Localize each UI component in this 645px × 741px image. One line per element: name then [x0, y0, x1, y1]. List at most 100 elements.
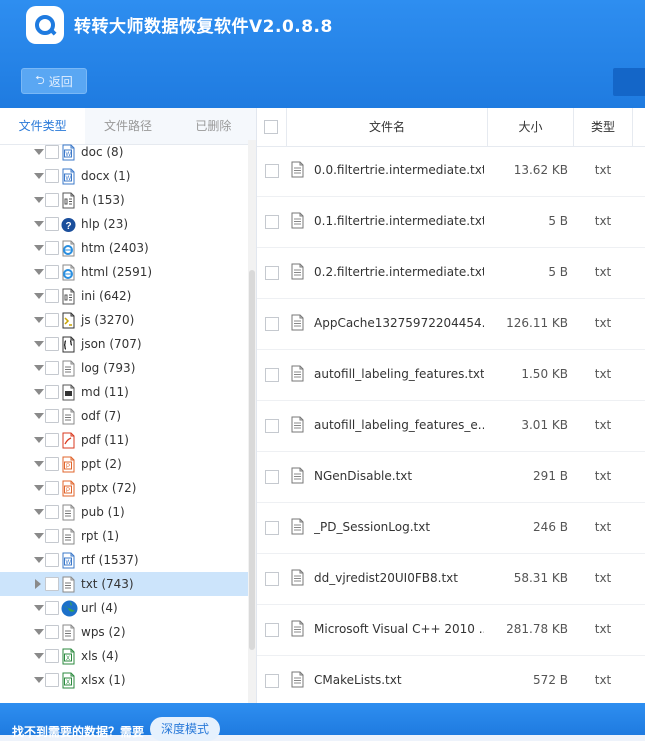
tree-item-checkbox[interactable]: [45, 289, 59, 303]
table-row[interactable]: AppCache13275972204454... 126.11 KB txt: [257, 299, 645, 350]
tree-item-checkbox[interactable]: [45, 169, 59, 183]
row-checkbox[interactable]: [265, 623, 279, 637]
tree-item[interactable]: url (4): [0, 596, 248, 620]
tree-item-checkbox[interactable]: [45, 145, 59, 159]
tree-item[interactable]: pdf (11): [0, 428, 248, 452]
collapse-arrow-icon[interactable]: [34, 221, 44, 227]
collapse-arrow-icon[interactable]: [34, 557, 44, 563]
header-name[interactable]: 文件名: [287, 108, 488, 146]
tree-item[interactable]: Wdocx (1): [0, 164, 248, 188]
tree-item[interactable]: h (153): [0, 188, 248, 212]
collapse-arrow-icon[interactable]: [34, 605, 44, 611]
tree-item-checkbox[interactable]: [45, 217, 59, 231]
table-row[interactable]: _PD_SessionLog.txt 246 B txt: [257, 503, 645, 554]
tree-item-checkbox[interactable]: [45, 577, 59, 591]
tree-item[interactable]: Xxlsx (1): [0, 668, 248, 692]
tree-item[interactable]: ? hlp (23): [0, 212, 248, 236]
tree-scrollbar[interactable]: [248, 140, 256, 703]
table-row[interactable]: dd_vjredist20UI0FB8.txt 58.31 KB txt: [257, 554, 645, 605]
collapse-arrow-icon[interactable]: [34, 413, 44, 419]
tree-item-checkbox[interactable]: [45, 553, 59, 567]
collapse-arrow-icon[interactable]: [34, 341, 44, 347]
deep-mode-button[interactable]: 深度模式: [150, 717, 220, 741]
table-row[interactable]: NGenDisable.txt 291 B txt: [257, 452, 645, 503]
row-checkbox[interactable]: [265, 164, 279, 178]
tree-item-checkbox[interactable]: [45, 409, 59, 423]
collapse-arrow-icon[interactable]: [34, 629, 44, 635]
collapse-arrow-icon[interactable]: [34, 677, 44, 683]
tree-item-checkbox[interactable]: [45, 193, 59, 207]
table-row[interactable]: 0.0.filtertrie.intermediate.txt 13.62 KB t…: [257, 146, 645, 197]
tree-item[interactable]: log (793): [0, 356, 248, 380]
collapse-arrow-icon[interactable]: [34, 461, 44, 467]
collapse-arrow-icon[interactable]: [34, 389, 44, 395]
tree-item-checkbox[interactable]: [45, 529, 59, 543]
tree-item[interactable]: md (11): [0, 380, 248, 404]
collapse-arrow-icon[interactable]: [34, 149, 44, 155]
table-row[interactable]: CMakeLists.txt 572 B txt: [257, 656, 645, 707]
collapse-arrow-icon[interactable]: [34, 533, 44, 539]
header-type[interactable]: 类型: [574, 108, 633, 146]
tree-item-checkbox[interactable]: [45, 385, 59, 399]
row-checkbox[interactable]: [265, 470, 279, 484]
collapse-arrow-icon[interactable]: [34, 317, 44, 323]
collapse-arrow-icon[interactable]: [34, 293, 44, 299]
collapse-arrow-icon[interactable]: [34, 437, 44, 443]
collapse-arrow-icon[interactable]: [34, 197, 44, 203]
tree-item[interactable]: Ppptx (72): [0, 476, 248, 500]
table-row[interactable]: Microsoft Visual C++ 2010 ... 281.78 KB tx…: [257, 605, 645, 656]
tree-item[interactable]: Wrtf (1537): [0, 548, 248, 572]
table-row[interactable]: autofill_labeling_features.txt 1.50 KB txt: [257, 350, 645, 401]
collapse-arrow-icon[interactable]: [34, 509, 44, 515]
row-checkbox[interactable]: [265, 572, 279, 586]
row-checkbox[interactable]: [265, 674, 279, 688]
tree-item-checkbox[interactable]: [45, 361, 59, 375]
tree-item-checkbox[interactable]: [45, 673, 59, 687]
row-checkbox[interactable]: [265, 521, 279, 535]
tree-item-checkbox[interactable]: [45, 241, 59, 255]
row-checkbox[interactable]: [265, 215, 279, 229]
tree-item-checkbox[interactable]: [45, 505, 59, 519]
tree-item[interactable]: htm (2403): [0, 236, 248, 260]
header-size[interactable]: 大小: [488, 108, 574, 146]
back-button[interactable]: ⮌ 返回: [21, 68, 87, 94]
tree-item[interactable]: html (2591): [0, 260, 248, 284]
collapse-arrow-icon[interactable]: [34, 485, 44, 491]
tree-item[interactable]: txt (743): [0, 572, 248, 596]
tree-scroll-thumb[interactable]: [249, 270, 255, 650]
collapse-arrow-icon[interactable]: [34, 365, 44, 371]
tree-item-checkbox[interactable]: [45, 457, 59, 471]
table-row[interactable]: autofill_labeling_features_e... 3.01 KB tx…: [257, 401, 645, 452]
tree-item[interactable]: Xxls (4): [0, 644, 248, 668]
tree-item[interactable]: Pppt (2): [0, 452, 248, 476]
tree-item-checkbox[interactable]: [45, 313, 59, 327]
tree-item-checkbox[interactable]: [45, 625, 59, 639]
tab-deleted[interactable]: 已删除: [171, 108, 256, 144]
row-checkbox[interactable]: [265, 419, 279, 433]
expand-arrow-icon[interactable]: [35, 579, 41, 589]
tree-item[interactable]: wps (2): [0, 620, 248, 644]
tree-item[interactable]: ini (642): [0, 284, 248, 308]
collapse-arrow-icon[interactable]: [34, 173, 44, 179]
row-checkbox[interactable]: [265, 317, 279, 331]
table-row[interactable]: 0.2.filtertrie.intermediate.txt 5 B txt: [257, 248, 645, 299]
table-row[interactable]: 0.1.filtertrie.intermediate.txt 5 B txt: [257, 197, 645, 248]
select-all-checkbox[interactable]: [264, 120, 278, 134]
tree-item[interactable]: Wdoc (8): [0, 140, 248, 164]
tab-file-path[interactable]: 文件路径: [85, 108, 170, 144]
tree-item-checkbox[interactable]: [45, 433, 59, 447]
tree-item[interactable]: json (707): [0, 332, 248, 356]
tree-item-checkbox[interactable]: [45, 265, 59, 279]
row-checkbox[interactable]: [265, 368, 279, 382]
tree-item-checkbox[interactable]: [45, 649, 59, 663]
row-checkbox[interactable]: [265, 266, 279, 280]
tree-item-checkbox[interactable]: [45, 601, 59, 615]
collapse-arrow-icon[interactable]: [34, 269, 44, 275]
header-action-button[interactable]: [613, 68, 645, 96]
tree-item[interactable]: rpt (1): [0, 524, 248, 548]
collapse-arrow-icon[interactable]: [34, 653, 44, 659]
tree-item-checkbox[interactable]: [45, 337, 59, 351]
tree-item[interactable]: odf (7): [0, 404, 248, 428]
tree-item-checkbox[interactable]: [45, 481, 59, 495]
collapse-arrow-icon[interactable]: [34, 245, 44, 251]
